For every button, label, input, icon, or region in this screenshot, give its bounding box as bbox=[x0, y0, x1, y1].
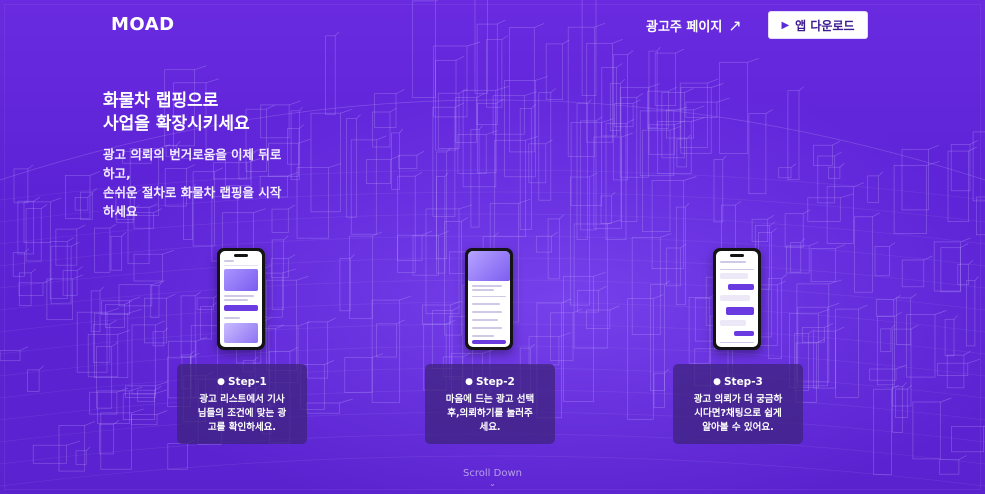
hero-sub-line3: 손쉬운 절차로 화물차 랩핑을 시작 bbox=[103, 185, 282, 200]
step-card-3: ● Step-3 광고 의뢰가 더 궁금하 시다면?채팅으로 쉽게 알아볼 수 있… bbox=[673, 364, 803, 444]
step-text: 후,의뢰하기를 눌러주 bbox=[447, 408, 533, 419]
phone-mockup-step3 bbox=[713, 248, 761, 350]
step-card-2: ● Step-2 마음에 드는 광고 선택 후,의뢰하기를 눌러주 세요. bbox=[425, 364, 555, 444]
chevron-down-icon: ⌄ bbox=[489, 479, 496, 488]
step-text: 알아볼 수 있어요. bbox=[702, 422, 774, 433]
location-pin-icon: ● bbox=[713, 377, 721, 387]
advertiser-page-link[interactable]: 광고주 페이지 ↗ bbox=[646, 16, 742, 35]
hero-sub-line2: 하고, bbox=[103, 166, 131, 181]
app-download-label: 앱 다운로드 bbox=[795, 18, 855, 33]
advertiser-link-label: 광고주 페이지 bbox=[646, 20, 723, 35]
hero-sub-line4: 하세요 bbox=[103, 204, 138, 219]
hero-title: 화물차 랩핑으로 사업을 확장시키세요 bbox=[103, 90, 323, 136]
step-text: 마음에 드는 광고 선택 bbox=[445, 394, 535, 405]
app-download-button[interactable]: ▶ 앱 다운로드 bbox=[768, 11, 868, 39]
step-text: 시다면?채팅으로 쉽게 bbox=[694, 408, 782, 419]
hero-title-line1: 화물차 랩핑으로 bbox=[103, 91, 219, 111]
step-card-1: ● Step-1 광고 리스트에서 기사 님들의 조건에 맞는 광 고를 확인하세… bbox=[177, 364, 307, 444]
hero-background: MOAD 광고주 페이지 ↗ ▶ 앱 다운로드 화물차 랩핑으로 사업을 확장시… bbox=[0, 0, 985, 494]
location-pin-icon: ● bbox=[465, 377, 473, 387]
logo[interactable]: MOAD bbox=[111, 14, 175, 35]
hero-title-line2: 사업을 확장시키세요 bbox=[103, 114, 250, 134]
hero-sub-line1: 광고 의뢰의 번거로움을 이제 뒤로 bbox=[103, 147, 282, 162]
step-text: 고를 확인하세요. bbox=[207, 422, 277, 433]
step-text: 광고 리스트에서 기사 bbox=[199, 394, 285, 405]
step-text: 님들의 조건에 맞는 광 bbox=[197, 408, 287, 419]
phone-mockup-step1 bbox=[217, 248, 265, 350]
arrow-up-right-icon: ↗ bbox=[728, 16, 742, 35]
hero-subtitle: 광고 의뢰의 번거로움을 이제 뒤로 하고, 손쉬운 절차로 화물차 랩핑을 시… bbox=[103, 145, 303, 221]
step-title: Step-2 bbox=[475, 376, 515, 388]
step-text: 광고 의뢰가 더 궁금하 bbox=[693, 394, 783, 405]
play-icon: ▶ bbox=[781, 19, 790, 31]
step-title: Step-3 bbox=[723, 376, 763, 388]
scroll-down-indicator[interactable]: Scroll Down ⌄ bbox=[0, 468, 985, 488]
step-title: Step-1 bbox=[227, 376, 267, 388]
location-pin-icon: ● bbox=[217, 377, 225, 387]
phone-mockup-step2 bbox=[465, 248, 513, 350]
step-text: 세요. bbox=[479, 422, 501, 433]
scroll-down-label: Scroll Down bbox=[463, 468, 522, 479]
